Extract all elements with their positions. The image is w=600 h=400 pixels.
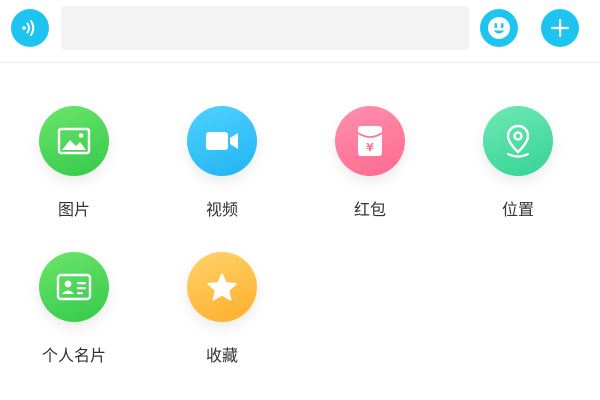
tile-video[interactable]: 视频 — [162, 106, 282, 236]
plus-icon — [551, 19, 569, 37]
plus-button[interactable] — [541, 9, 579, 47]
voice-wave-icon — [22, 20, 35, 36]
tile-label: 图片 — [57, 200, 90, 219]
tile-label: 位置 — [501, 200, 534, 219]
tile-label: 个人名片 — [41, 346, 106, 365]
message-input[interactable] — [61, 6, 469, 50]
tile-image[interactable]: 图片 — [14, 106, 134, 236]
emoji-button[interactable] — [480, 9, 518, 47]
chat-input-panel: 图片 视频 ¥ 红包 位置 个人名片 收藏 — [0, 0, 600, 400]
video-camera-icon — [206, 132, 238, 150]
tile-red-envelope[interactable]: ¥ 红包 — [310, 106, 430, 236]
tile-label: 红包 — [353, 200, 386, 219]
tile-location[interactable]: 位置 — [458, 106, 578, 236]
tile-label: 收藏 — [205, 346, 238, 365]
location-pin-icon — [506, 124, 530, 158]
voice-button[interactable] — [11, 9, 49, 47]
function-grid: 图片 视频 ¥ 红包 位置 个人名片 收藏 — [0, 62, 600, 400]
image-button[interactable] — [39, 106, 109, 176]
image-icon — [57, 127, 91, 155]
favorites-button[interactable] — [187, 252, 257, 322]
red-envelope-button[interactable]: ¥ — [335, 106, 405, 176]
tile-contact-card[interactable]: 个人名片 — [14, 252, 134, 382]
contact-card-icon — [56, 273, 92, 301]
svg-text:¥: ¥ — [366, 141, 374, 154]
video-button[interactable] — [187, 106, 257, 176]
red-envelope-icon: ¥ — [357, 126, 383, 156]
tile-favorites[interactable]: 收藏 — [162, 252, 282, 382]
location-button[interactable] — [483, 106, 553, 176]
emoji-face-icon — [488, 17, 510, 39]
input-toolbar — [0, 0, 600, 63]
tile-label: 视频 — [205, 200, 238, 219]
star-icon — [207, 273, 237, 301]
contact-card-button[interactable] — [39, 252, 109, 322]
